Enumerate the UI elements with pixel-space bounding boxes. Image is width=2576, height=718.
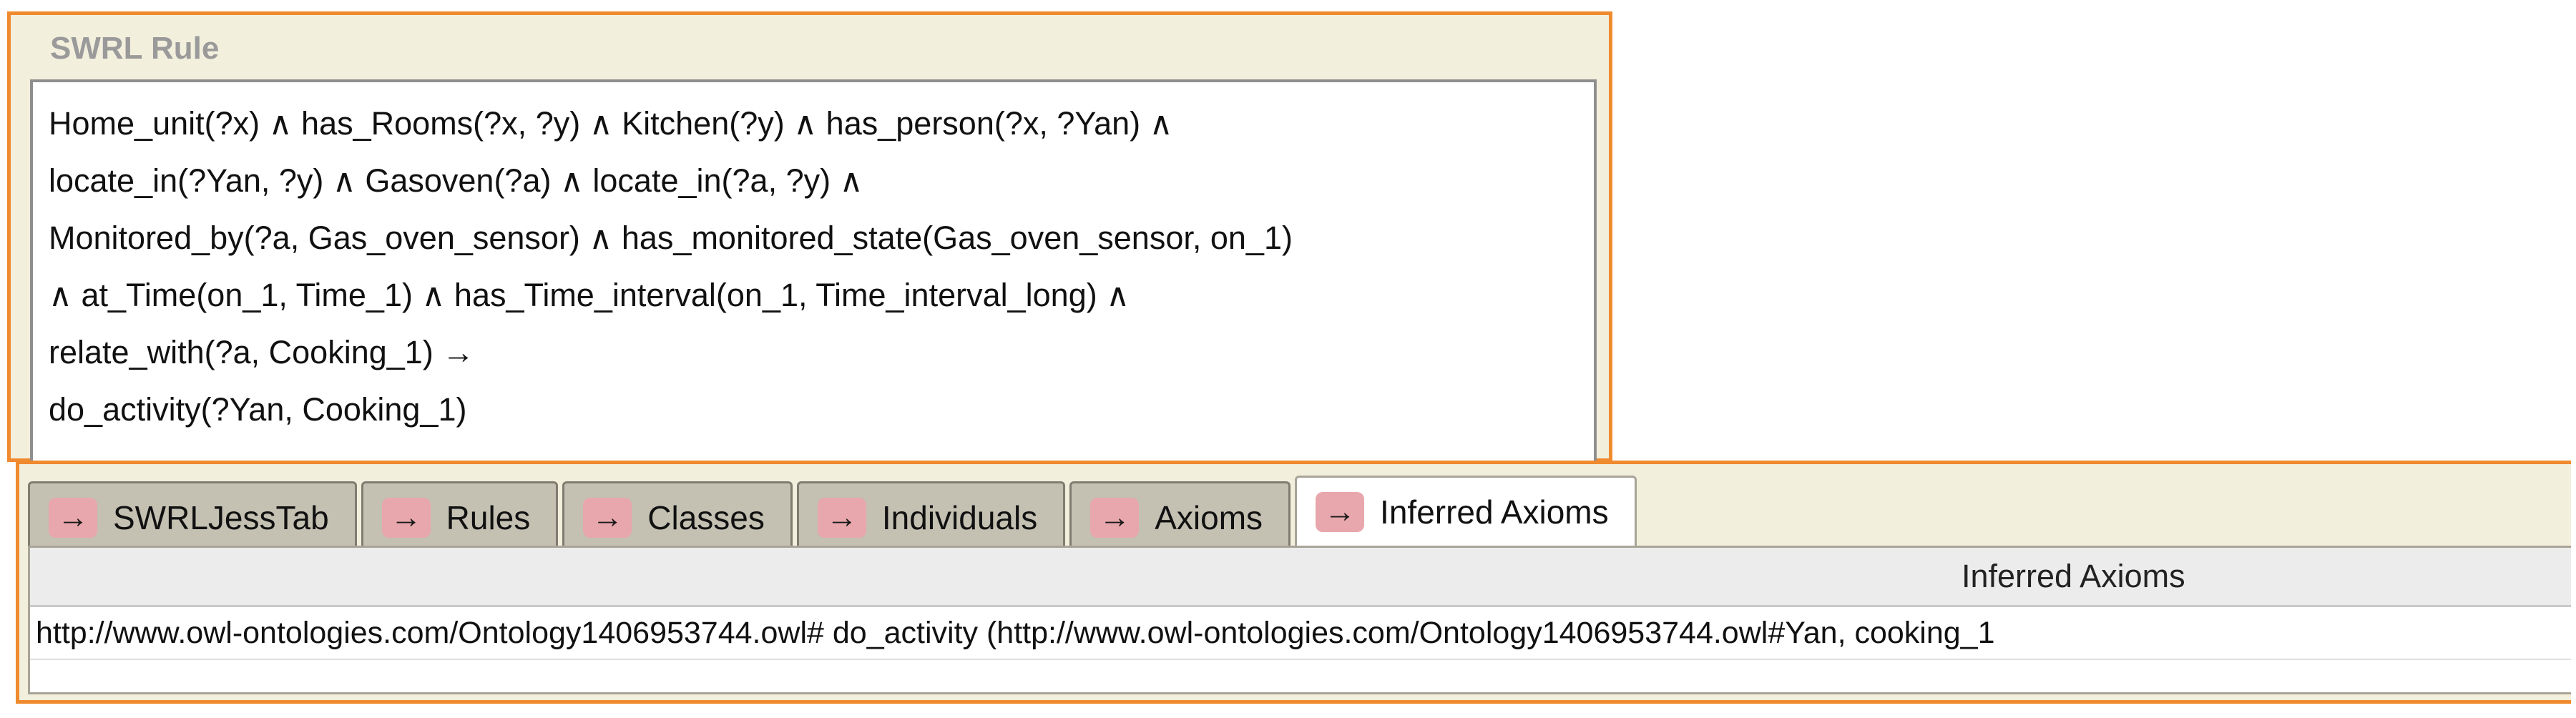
plugin-tab-panel: → SWRLJessTab → Rules → Classes → Indivi… bbox=[16, 461, 2571, 704]
rule-line: ∧ at_Time(on_1, Time_1) ∧ has_Time_inter… bbox=[49, 277, 1130, 313]
rule-line: Home_unit(?x) ∧ has_Rooms(?x, ?y) ∧ Kitc… bbox=[49, 105, 1173, 142]
rule-line: relate_with(?a, Cooking_1) → bbox=[49, 334, 475, 370]
rule-line: do_activity(?Yan, Cooking_1) bbox=[49, 391, 467, 428]
tab-rules[interactable]: → Rules bbox=[361, 481, 559, 551]
column-header-label: Inferred Axioms bbox=[1962, 558, 2185, 594]
tab-bar: → SWRLJessTab → Rules → Classes → Indivi… bbox=[28, 476, 1641, 551]
inferred-axioms-table: Inferred Axioms http://www.owl-ontologie… bbox=[28, 546, 2571, 694]
rule-text-area[interactable]: Home_unit(?x) ∧ has_Rooms(?x, ?y) ∧ Kitc… bbox=[30, 79, 1597, 469]
tab-label: Inferred Axioms bbox=[1380, 493, 1609, 531]
arrow-right-icon: → bbox=[817, 497, 866, 538]
tab-label: Classes bbox=[647, 498, 765, 536]
arrow-right-icon: → bbox=[1316, 491, 1365, 532]
arrow-right-icon: → bbox=[583, 497, 632, 538]
tab-swrljesstab[interactable]: → SWRLJessTab bbox=[28, 481, 357, 551]
tab-label: Axioms bbox=[1155, 498, 1263, 536]
rule-line: Monitored_by(?a, Gas_oven_sensor) ∧ has_… bbox=[49, 220, 1293, 256]
table-row[interactable]: http://www.owl-ontologies.com/Ontology14… bbox=[30, 607, 2571, 660]
tab-label: Individuals bbox=[881, 498, 1038, 536]
panel-title: SWRL Rule bbox=[50, 31, 220, 66]
rule-line: locate_in(?Yan, ?y) ∧ Gasoven(?a) ∧ loca… bbox=[49, 162, 863, 199]
tab-individuals[interactable]: → Individuals bbox=[796, 481, 1066, 551]
tab-classes[interactable]: → Classes bbox=[562, 481, 793, 551]
tab-axioms[interactable]: → Axioms bbox=[1069, 481, 1291, 551]
swrl-rule-panel: SWRL Rule Home_unit(?x) ∧ has_Rooms(?x, … bbox=[7, 11, 1612, 469]
tab-label: SWRLJessTab bbox=[113, 498, 329, 536]
arrow-right-icon: → bbox=[1090, 497, 1140, 538]
tab-inferred-axioms[interactable]: → Inferred Axioms bbox=[1295, 476, 1637, 546]
table-column-header[interactable]: Inferred Axioms bbox=[30, 548, 2571, 607]
arrow-right-icon: → bbox=[49, 497, 97, 538]
tab-label: Rules bbox=[446, 498, 531, 536]
arrow-right-icon: → bbox=[381, 497, 431, 538]
